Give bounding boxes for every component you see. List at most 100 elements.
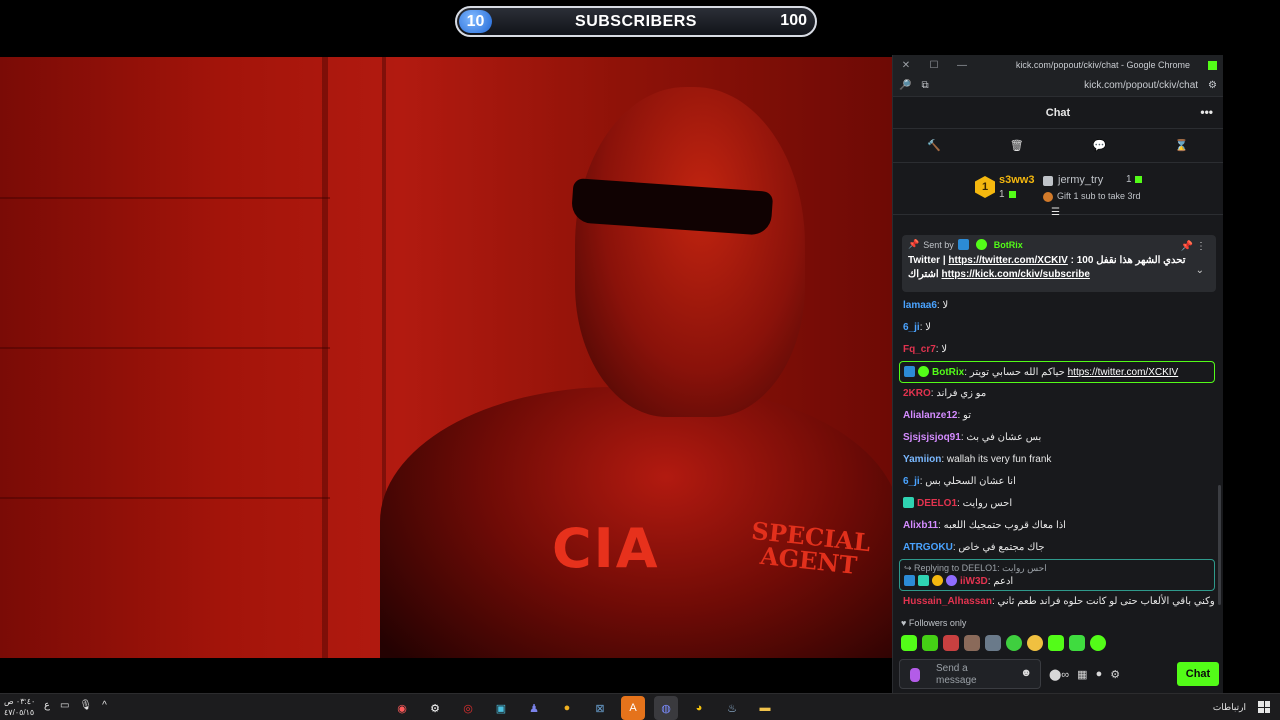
rewards-icon[interactable]: ⬤∞ [1049,668,1069,681]
chat-username[interactable]: ATRGOKU [903,542,953,553]
chat-username[interactable]: 6_ji [903,322,920,333]
emote-face-icon[interactable] [964,635,980,651]
unpin-and-menu-icon[interactable]: 📌 ⋮ [1181,241,1206,252]
close-icon[interactable]: ✕ [899,60,913,71]
chat-username[interactable]: Hussain_Alhassan [903,596,992,607]
tray-label[interactable]: ارتباطات [1213,702,1246,713]
wall-brick-line [0,497,330,499]
ban-hammer-icon[interactable]: 🔨 [927,139,941,152]
emote-kick-icon[interactable] [922,635,938,651]
emote-kick-icon[interactable] [1090,635,1106,651]
followers-only-text: Followers only [908,618,967,628]
site-info-icon[interactable]: ⧉ [921,80,928,91]
maximize-icon[interactable]: ☐ [927,60,941,71]
emoji-picker-icon[interactable]: ☻ [1020,667,1032,679]
kick-logo-icon [1208,60,1217,70]
zoom-icon[interactable]: 🔎 [899,80,911,91]
tune-icon[interactable]: ⚙ [1208,80,1217,91]
chat-bubble-icon[interactable]: ● [1096,668,1103,680]
minimize-icon[interactable]: — [955,60,969,71]
windows-start-icon[interactable] [1258,701,1270,713]
emote-smile-icon[interactable] [1027,635,1043,651]
chat-message-highlighted: BotRix: حياكم الله حسابي تويتر https://t… [899,361,1215,383]
emote-face-icon[interactable] [985,635,1001,651]
microphone-icon[interactable]: 🎙 [79,700,92,711]
wall-seam [322,57,328,658]
emote-kick-icon[interactable] [1048,635,1064,651]
chat-username[interactable]: 6_ji [903,476,920,487]
store-icon[interactable]: ▦ [1077,668,1087,681]
chat-message: Sjsjsjsjoq91: بس عشان في بث [903,432,1042,443]
chat-message: Fq_cr7: لا [903,344,948,355]
subscriber-badge-icon [903,497,914,508]
chat-username[interactable]: Fq_cr7 [903,344,936,355]
chat-username[interactable]: iiW3D [960,576,988,587]
network-icon[interactable]: ▭ [60,700,69,711]
obs-icon[interactable]: ◎ [456,696,480,720]
chat-username[interactable]: BotRix [932,367,964,378]
xbox-icon[interactable]: ⊠ [588,696,612,720]
chevron-down-icon[interactable]: ⌄ [1196,265,1204,276]
gift-icon [1009,191,1016,198]
leaderboard-second-name[interactable]: jermy_try [1058,174,1103,186]
url-text[interactable]: kick.com/popout/ckiv/chat [1084,80,1198,91]
more-options-icon[interactable]: ••• [1200,105,1213,119]
delete-icon[interactable]: 🗑 [1010,139,1024,152]
steam-icon[interactable]: ♨ [720,696,744,720]
verified-badge-icon [975,239,987,250]
hourglass-icon[interactable]: ⌛ [1175,139,1189,152]
chat-username[interactable]: Sjsjsjsjoq91 [903,432,961,443]
bot-badge-icon [904,366,915,377]
chat-scrollbar[interactable] [1218,485,1221,605]
pinned-header: 📌 Sent by BotRix [908,239,1210,250]
settings-icon[interactable]: ⚙ [423,696,447,720]
app-window-icon[interactable]: ▣ [489,696,513,720]
pinned-bot-name[interactable]: BotRix [994,240,1023,250]
reply-quoted-text: احس روايت [1002,563,1047,573]
screen: 10 SUBSCRIBERS 100 CIA SPECIAL AGENT ✕ ☐… [0,0,1280,720]
clock-time: ٠٣:٤٠ ص [4,697,36,706]
chat-username[interactable]: DEELO1 [917,498,957,509]
window-title: kick.com/popout/ckiv/chat - Google Chrom… [1015,60,1190,70]
emote-kick-icon[interactable] [1006,635,1022,651]
chrome-icon[interactable]: ◕ [687,696,711,720]
chat-username[interactable]: Yamiion [903,454,941,465]
emote-face-icon[interactable] [943,635,959,651]
chat-text: لا [942,300,949,311]
teams-icon[interactable]: ♟ [522,696,546,720]
pinned-subscribe-link[interactable]: https://kick.com/ckiv/subscribe [942,269,1090,280]
clock-date: ٤٧/٠٥/١٥ [4,708,35,717]
chat-message-list: lamaa6: لا 6_ji: لا Fq_cr7: لا BotRix: ح… [899,295,1215,613]
leaderboard-first-count: 1 [999,189,1005,200]
chat-username[interactable]: 2KRO [903,388,931,399]
emote-kick-icon[interactable] [901,635,917,651]
subscriber-goal-label: SUBSCRIBERS [575,12,697,30]
pin-icon: 📌 [908,239,920,249]
chat-input[interactable]: Send a message ☻ [899,659,1041,689]
pinned-sent-by: Sent by [923,239,954,250]
discord-icon[interactable]: ● [555,696,579,720]
microphone-icon[interactable] [910,668,920,682]
pinned-twitter-link[interactable]: https://twitter.com/XCKIV [948,255,1067,266]
collapse-icon[interactable]: ☰ [1051,207,1060,218]
chat-text: جاك مجتمع في خاص [958,542,1045,553]
chrome-alt-icon[interactable]: ◉ [390,696,414,720]
chat-username[interactable]: lamaa6 [903,300,937,311]
rank-badge-bronze-icon [1043,192,1053,202]
character-head [575,87,805,417]
file-explorer-icon[interactable]: ▬ [753,696,777,720]
send-chat-button[interactable]: Chat [1177,662,1219,686]
emote-kick-icon[interactable] [1069,635,1085,651]
clock[interactable]: ٠٣:٤٠ ص ٤٧/٠٥/١٥ [4,696,35,718]
leaderboard-first-name[interactable]: s3ww3 [999,174,1034,186]
settings-gear-icon[interactable]: ⚙ [1110,668,1120,681]
chat-username[interactable]: Alialanze12 [903,410,957,421]
game-launcher-icon[interactable]: ◍ [654,696,678,720]
app-a-icon[interactable]: A [621,696,645,720]
language-indicator[interactable]: ع [44,700,50,711]
tray-expand-icon[interactable]: ^ [102,700,107,711]
chat-text: wallah its very fun frank [946,454,1052,465]
message-icon[interactable]: 💬 [1092,139,1106,152]
chat-username[interactable]: Alixb11 [903,520,938,531]
chat-link[interactable]: https://twitter.com/XCKIV [1068,367,1179,378]
